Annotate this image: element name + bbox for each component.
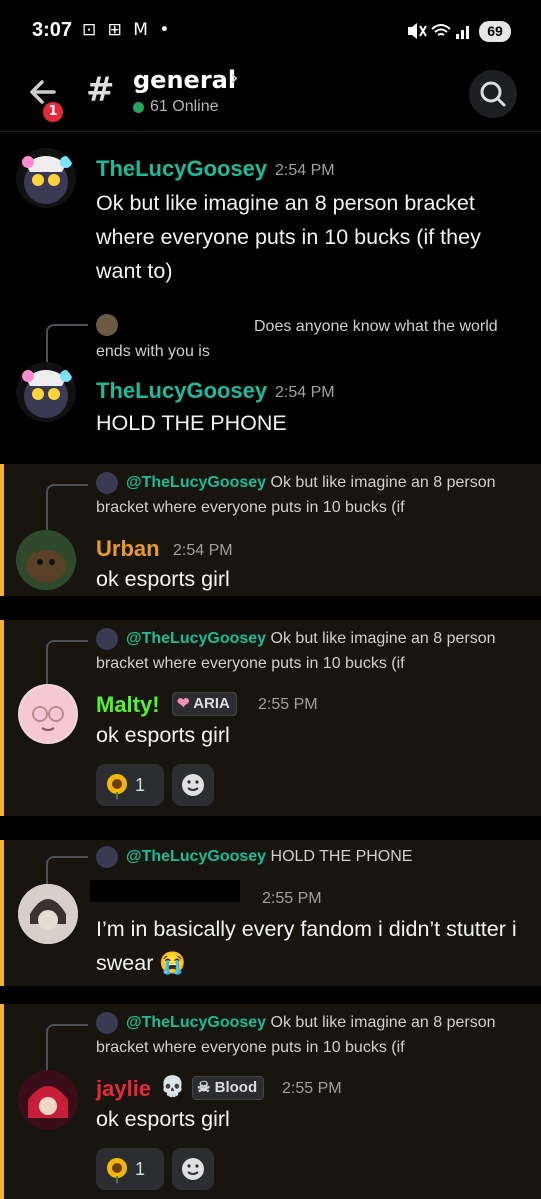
avatar[interactable] bbox=[16, 148, 76, 208]
reply-snippet: HOLD THE PHONE bbox=[266, 848, 413, 865]
reply-mention[interactable]: @TheLucyGoosey bbox=[126, 848, 266, 865]
message-timestamp: 2:54 PM bbox=[173, 542, 233, 559]
message-content: ok esports girl bbox=[96, 723, 230, 747]
channel-header: 1 # general › 61 Online bbox=[0, 64, 541, 132]
status-time: 3:07 bbox=[32, 19, 73, 41]
avatar[interactable] bbox=[18, 884, 78, 944]
sunflower-icon bbox=[107, 774, 127, 800]
message-timestamp: 2:54 PM bbox=[275, 384, 335, 401]
smiley-icon bbox=[182, 1158, 204, 1180]
reply-preview[interactable]: @TheLucyGoosey Ok but like imagine an 8 … bbox=[96, 1010, 526, 1060]
message-content: ok esports girl bbox=[96, 1107, 230, 1131]
chevron-right-icon[interactable]: › bbox=[230, 66, 239, 91]
redacted-username bbox=[90, 880, 240, 902]
message-timestamp: 2:55 PM bbox=[258, 696, 318, 713]
message-item[interactable]: Does anyone know what the world ends wit… bbox=[0, 306, 541, 454]
message-gap bbox=[0, 986, 541, 1004]
role-tag-label: ARIA bbox=[193, 695, 230, 712]
search-button[interactable] bbox=[469, 70, 517, 118]
message-content: ok esports girl bbox=[96, 567, 230, 591]
role-tag-label: Blood bbox=[214, 1079, 258, 1096]
status-bar: 3:07 ⊡ ⊞ M • 69 bbox=[0, 0, 541, 64]
connectivity-icons bbox=[406, 20, 472, 46]
unread-badge: 1 bbox=[40, 99, 66, 125]
search-icon bbox=[480, 81, 506, 107]
online-status-dot bbox=[133, 102, 144, 113]
message-author[interactable]: jaylie bbox=[96, 1076, 151, 1102]
message-item-mention[interactable]: @TheLucyGoosey Ok but like imagine an 8 … bbox=[0, 620, 541, 816]
smiley-icon bbox=[182, 774, 204, 796]
hash-icon: # bbox=[86, 70, 115, 110]
message-item-mention[interactable]: @TheLucyGoosey Ok but like imagine an 8 … bbox=[0, 464, 541, 596]
reaction-count: 1 bbox=[135, 775, 146, 795]
avatar[interactable] bbox=[18, 684, 78, 744]
battery-indicator: 69 bbox=[479, 21, 511, 42]
reply-preview[interactable]: @TheLucyGoosey Ok but like imagine an 8 … bbox=[96, 470, 526, 520]
message-content: Ok but like imagine an 8 person bracket … bbox=[96, 191, 481, 283]
skull-icon: 💀 bbox=[160, 1074, 185, 1098]
role-tag[interactable]: ☠ Blood bbox=[192, 1076, 265, 1100]
heart-icon: ❤ bbox=[177, 695, 190, 712]
message-author[interactable]: TheLucyGoosey bbox=[96, 156, 267, 182]
avatar[interactable] bbox=[16, 362, 76, 422]
message-content: HOLD THE PHONE bbox=[96, 411, 287, 435]
message-author[interactable]: Malty! bbox=[96, 692, 160, 718]
message-timestamp: 2:54 PM bbox=[275, 162, 335, 179]
role-tag[interactable]: ❤ ARIA bbox=[172, 692, 237, 716]
message-item-mention[interactable]: @TheLucyGoosey HOLD THE PHONE 2:55 PM I’… bbox=[0, 840, 541, 986]
reaction-count: 1 bbox=[135, 1159, 146, 1179]
message-item-mention[interactable]: @TheLucyGoosey Ok but like imagine an 8 … bbox=[0, 1004, 541, 1199]
skull-icon: ☠ bbox=[197, 1079, 211, 1096]
reply-mention[interactable]: @TheLucyGoosey bbox=[126, 1014, 266, 1031]
channel-title[interactable]: general bbox=[133, 66, 236, 94]
message-item[interactable]: TheLucyGoosey 2:54 PM Ok but like imagin… bbox=[0, 140, 541, 300]
reply-preview[interactable]: @TheLucyGoosey HOLD THE PHONE bbox=[96, 844, 526, 869]
message-timestamp: 2:55 PM bbox=[262, 890, 322, 907]
online-count: 61 Online bbox=[150, 98, 219, 115]
message-content: I’m in basically every fandom i didn’t s… bbox=[96, 917, 517, 975]
reply-mention[interactable]: @TheLucyGoosey bbox=[126, 474, 266, 491]
reaction-chip[interactable]: 1 bbox=[96, 764, 164, 806]
message-author[interactable]: TheLucyGoosey bbox=[96, 378, 267, 404]
avatar[interactable] bbox=[18, 1070, 78, 1130]
message-gap bbox=[0, 816, 541, 840]
message-gap bbox=[0, 596, 541, 620]
reaction-chip[interactable]: 1 bbox=[96, 1148, 164, 1190]
message-author[interactable]: Urban bbox=[96, 536, 160, 562]
notification-icons: ⊡ ⊞ M • bbox=[82, 20, 173, 40]
avatar[interactable] bbox=[16, 530, 76, 590]
reply-preview[interactable]: @TheLucyGoosey Ok but like imagine an 8 … bbox=[96, 626, 526, 676]
add-reaction-button[interactable] bbox=[172, 1148, 214, 1190]
add-reaction-button[interactable] bbox=[172, 764, 214, 806]
message-timestamp: 2:55 PM bbox=[282, 1080, 342, 1097]
reply-preview[interactable]: Does anyone know what the world ends wit… bbox=[96, 314, 526, 364]
sunflower-icon bbox=[107, 1158, 127, 1184]
reply-mention[interactable]: @TheLucyGoosey bbox=[126, 630, 266, 647]
